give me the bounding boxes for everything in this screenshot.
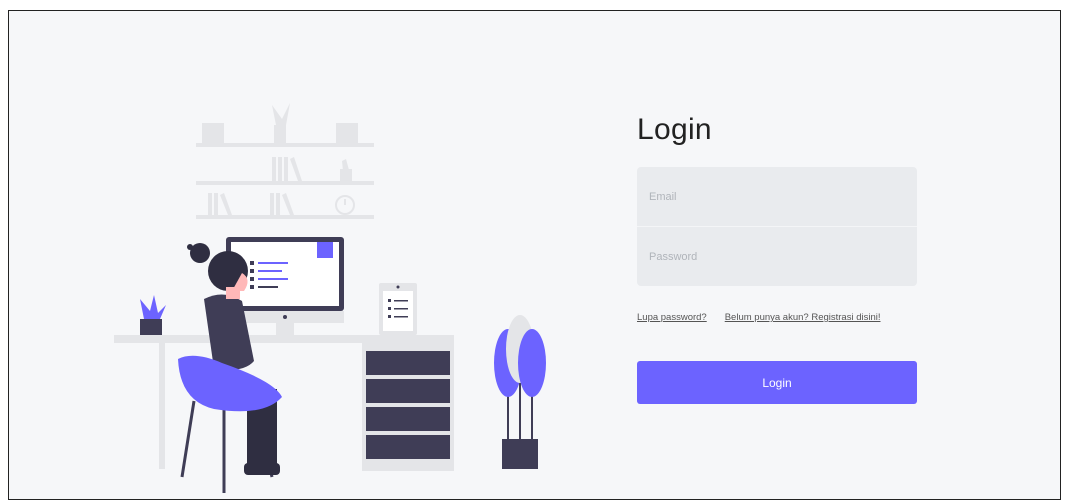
small-plant-icon: [140, 295, 166, 335]
forgot-password-link[interactable]: Lupa password?: [637, 312, 707, 323]
login-form-fields: [637, 167, 917, 286]
password-field[interactable]: [637, 227, 917, 286]
register-link[interactable]: Belum punya akun? Registrasi disini!: [725, 312, 881, 323]
login-panel: Login Lupa password? Belum punya akun? R…: [637, 113, 917, 404]
email-field[interactable]: [637, 167, 917, 226]
page-frame: Login Lupa password? Belum punya akun? R…: [8, 10, 1061, 500]
woman-at-desk-illustration-icon: [114, 103, 546, 493]
clipboard-icon: [379, 283, 417, 335]
tall-plant-icon: [494, 315, 546, 469]
login-title: Login: [637, 113, 712, 146]
auth-links: Lupa password? Belum punya akun? Registr…: [637, 312, 917, 323]
login-button[interactable]: Login: [637, 361, 917, 404]
desk-top-icon: [114, 335, 454, 343]
desk-leg-icon: [159, 343, 165, 469]
shelves-icon: [196, 103, 374, 219]
